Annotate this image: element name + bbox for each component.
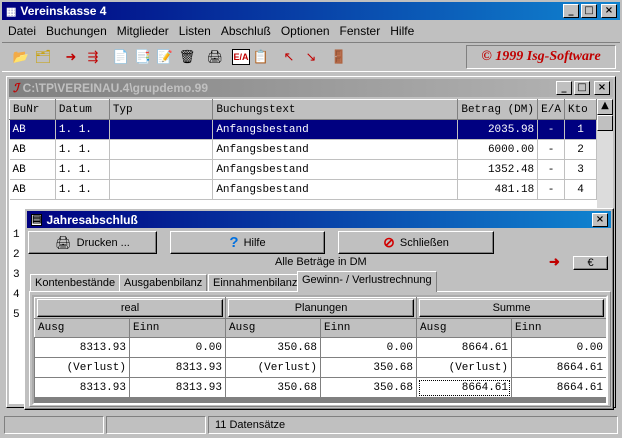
col-typ[interactable]: Typ [108, 99, 214, 120]
print-button[interactable]: 🖨 Drucken ... [28, 231, 157, 254]
group-summe[interactable]: Summe [419, 299, 605, 317]
menu-hilfe[interactable]: Hilfe [390, 24, 414, 40]
table-row[interactable]: AB 1. 1. Anfangsbestand 2035.98-1 [9, 119, 597, 140]
status-pane-2 [106, 416, 206, 434]
tab-kontenbestaende[interactable]: Kontenbestände [30, 274, 121, 292]
col-einn-real[interactable]: Einn [129, 318, 226, 338]
currency-note: Alle Beträge in DM [275, 256, 367, 268]
table-row[interactable]: AB 1. 1. Anfangsbestand 1352.48-3 [9, 159, 597, 180]
col-einn-plan[interactable]: Einn [319, 318, 418, 338]
close-dialog-label: Schließen [399, 236, 449, 249]
menu-optionen[interactable]: Optionen [281, 24, 330, 40]
menu-listen[interactable]: Listen [179, 24, 211, 40]
close-dialog-button[interactable]: ⊘ Schließen [338, 231, 494, 254]
status-pane-1 [4, 416, 104, 434]
tab-einnahmenbilanz[interactable]: Einnahmenbilanz [208, 274, 303, 292]
menu-datei[interactable]: Datei [8, 24, 36, 40]
app-title: Vereinskasse 4 [20, 4, 107, 18]
open-folder-icon[interactable]: 📂 [10, 46, 32, 68]
ea-report-icon[interactable]: E/A [232, 49, 250, 65]
status-records: 11 Datensätze [208, 416, 618, 434]
col-buchungstext[interactable]: Buchungstext [212, 99, 459, 120]
col-ea[interactable]: E/A [537, 99, 565, 120]
col-kto[interactable]: Kto [563, 99, 597, 120]
group-planungen[interactable]: Planungen [228, 299, 415, 317]
tab-ausgabenbilanz[interactable]: Ausgabenbilanz [119, 274, 208, 292]
copyright-box: © 1999 Isg-Software [466, 45, 616, 69]
menu-mitglieder[interactable]: Mitglieder [117, 24, 169, 40]
arrow-down-icon[interactable]: ↘ [300, 46, 322, 68]
menu-bar: Datei Buchungen Mitglieder Listen Abschl… [8, 24, 424, 40]
dialog-icon: ▤ [31, 213, 43, 226]
scroll-thumb[interactable] [597, 115, 613, 131]
journal-close-button[interactable]: × [594, 81, 610, 95]
result-grid: real Planungen Summe Ausg Einn Ausg Einn… [32, 295, 608, 405]
book-in-icon[interactable]: ➜ [60, 46, 82, 68]
col-einn-summe[interactable]: Einn [511, 318, 606, 338]
document-icon[interactable]: 📄 [110, 46, 132, 68]
printer-icon[interactable]: 🖨 [204, 46, 226, 68]
journal-maximize-button[interactable]: □ [574, 81, 590, 95]
table-row[interactable]: (Verlust) 8313.93 (Verlust) 350.68 (Verlust)… [34, 357, 606, 378]
folder-copy-icon[interactable]: 🗂 [32, 46, 54, 68]
document-edit-icon[interactable]: 📝 [154, 46, 176, 68]
menu-abschluss[interactable]: Abschluß [221, 24, 271, 40]
close-button[interactable]: × [601, 4, 617, 18]
trash-icon[interactable]: 🗑 [176, 46, 198, 68]
scroll-up-icon[interactable]: ▲ [597, 99, 613, 115]
col-ausg-real[interactable]: Ausg [34, 318, 130, 338]
app-icon: ▦ [6, 5, 17, 18]
euro-button[interactable]: € [573, 256, 608, 270]
question-mark-icon: ? [229, 234, 239, 251]
report-icon[interactable]: 📋 [250, 46, 272, 68]
tab-panel: real Planungen Summe Ausg Einn Ausg Einn… [29, 291, 611, 407]
table-row[interactable]: AB 1. 1. Anfangsbestand 6000.00-2 [9, 139, 597, 160]
menu-buchungen[interactable]: Buchungen [46, 24, 107, 40]
col-bunr[interactable]: BuNr [9, 99, 56, 120]
document-list-icon[interactable]: 📑 [132, 46, 154, 68]
col-ausg-summe[interactable]: Ausg [416, 318, 513, 338]
partial-rows: 1 2 3 4 5 [13, 229, 20, 321]
print-button-label: Drucken ... [76, 236, 130, 249]
no-entry-icon: ⊘ [383, 234, 395, 250]
journal-icon: ℐ [13, 81, 19, 95]
focused-cell[interactable]: 8664.61 [416, 377, 513, 398]
dialog-close-button[interactable]: × [592, 212, 608, 227]
group-real[interactable]: real [37, 299, 223, 317]
journal-title-bar[interactable]: ℐ C:\TP\VEREINAU.4\grupdemo.99 _ □ × [9, 79, 613, 97]
printer-icon: 🖨 [55, 234, 72, 250]
table-row[interactable]: 8313.93 0.00 350.68 0.00 8664.61 0.00 [34, 337, 606, 358]
dialog-title-bar[interactable]: ▤ Jahresabschluß × [27, 211, 611, 228]
tab-strip: Kontenbestände Ausgabenbilanz Einnahmenb… [27, 271, 611, 292]
year-end-dialog: ▤ Jahresabschluß × 🖨 Drucken ... ? Hilfe… [24, 208, 614, 410]
book-out-icon[interactable]: ⇶ [82, 46, 104, 68]
col-datum[interactable]: Datum [54, 99, 110, 120]
help-button-label: Hilfe [243, 236, 266, 249]
toolbar: 📂 🗂 ➜ ⇶ 📄 📑 📝 🗑 🖨 E/A 📋 ↖ ↘ 🚪 © 1999 Isg… [2, 42, 620, 72]
minimize-button[interactable]: _ [563, 4, 579, 18]
maximize-button[interactable]: □ [581, 4, 597, 18]
journal-title: C:\TP\VEREINAU.4\grupdemo.99 [22, 81, 209, 95]
arrow-right-icon: ➜ [549, 254, 560, 269]
status-bar: 11 Datensätze [2, 414, 620, 436]
table-row[interactable]: 8313.93 8313.93 350.68 350.68 8664.61 8664.61 [34, 377, 606, 398]
tab-gewinn-verlust[interactable]: Gewinn- / Verlustrechnung [297, 271, 437, 292]
dialog-title: Jahresabschluß [46, 212, 138, 227]
app-title-bar[interactable]: ▦ Vereinskasse 4 _ □ × [2, 2, 620, 20]
col-betrag[interactable]: Betrag (DM) [457, 99, 539, 120]
exit-door-icon[interactable]: 🚪 [328, 46, 350, 68]
menu-fenster[interactable]: Fenster [340, 24, 381, 40]
subheader-row: Ausg Einn Ausg Einn Ausg Einn [34, 318, 606, 338]
journal-minimize-button[interactable]: _ [556, 81, 572, 95]
table-row[interactable]: AB 1. 1. Anfangsbestand 481.18-4 [9, 179, 597, 200]
help-button[interactable]: ? Hilfe [170, 231, 325, 254]
copyright-text: © 1999 Isg-Software [481, 49, 601, 64]
col-ausg-plan[interactable]: Ausg [225, 318, 321, 338]
arrow-select-icon[interactable]: ↖ [278, 46, 300, 68]
